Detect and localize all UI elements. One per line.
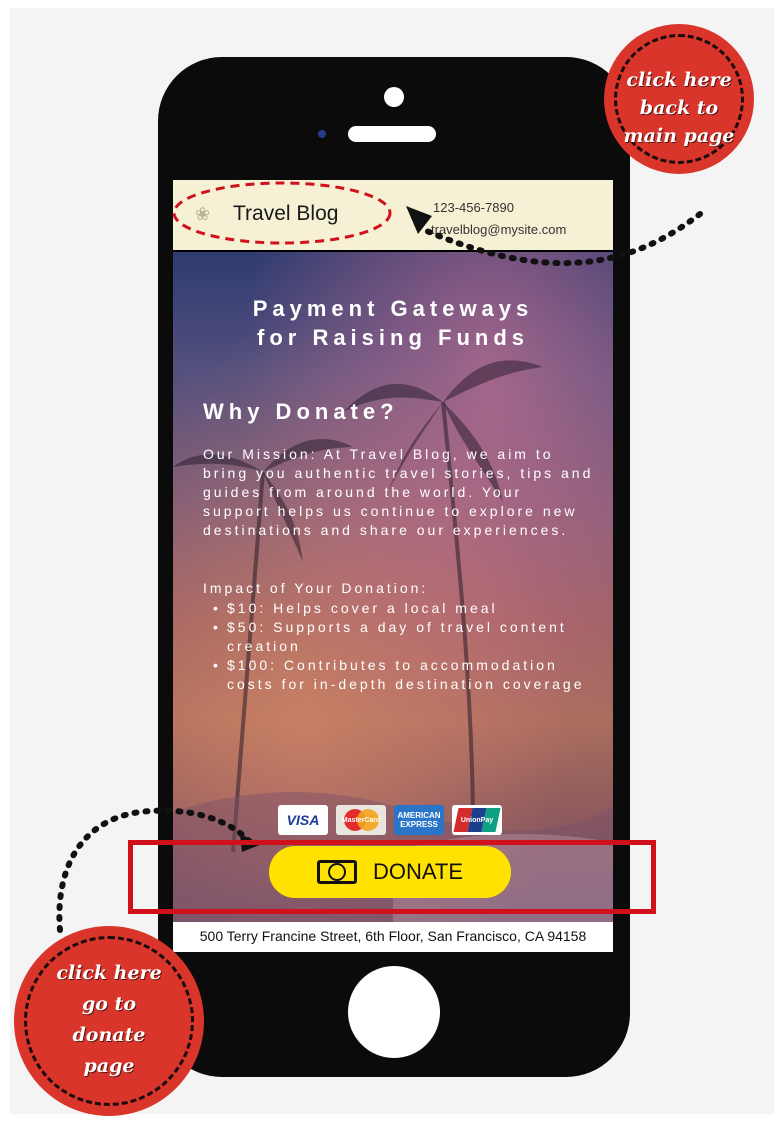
badge-line: page: [83, 1055, 135, 1077]
dotted-arrow-to-brand: [417, 211, 703, 267]
badge-line: donate: [72, 1024, 146, 1046]
badge-text: click here back to main page: [604, 66, 754, 150]
brand-highlight-ellipse: [172, 181, 392, 245]
badge-line: click here: [626, 69, 732, 91]
back-to-main-badge[interactable]: click here back to main page: [604, 24, 754, 174]
badge-text: click here go to donate page: [14, 958, 204, 1082]
donate-highlight-box: [128, 840, 656, 914]
go-to-donate-badge[interactable]: click here go to donate page: [14, 926, 204, 1116]
badge-line: click here: [56, 962, 162, 984]
badge-line: go to: [81, 993, 137, 1015]
badge-line: main page: [623, 125, 735, 147]
badge-line: back to: [639, 97, 719, 119]
